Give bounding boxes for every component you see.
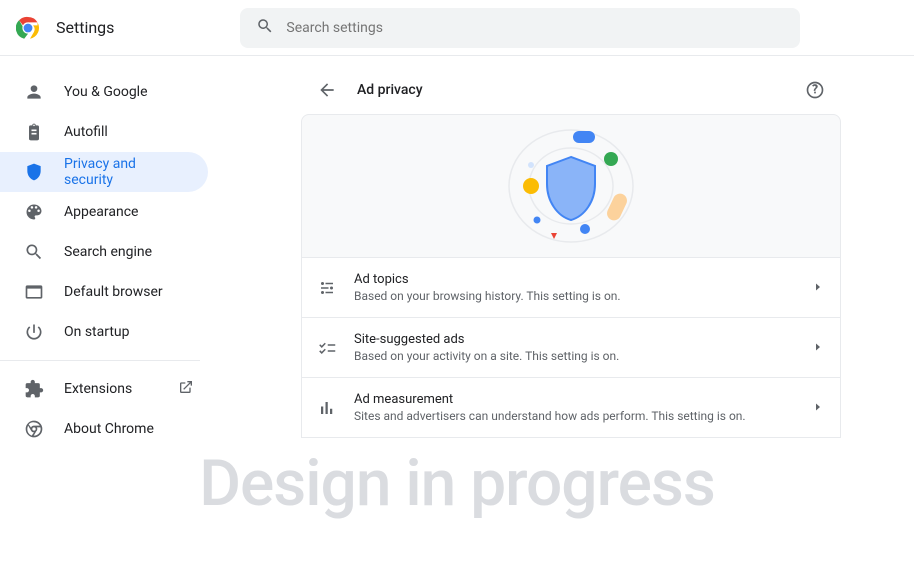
settings-card: Ad privacy bbox=[301, 66, 841, 581]
row-site-suggested-ads[interactable]: Site-suggested ads Based on your activit… bbox=[302, 317, 840, 377]
sidebar-item-extensions[interactable]: Extensions bbox=[0, 369, 208, 409]
sidebar-item-about-chrome[interactable]: About Chrome bbox=[0, 409, 208, 449]
chevron-right-icon bbox=[812, 398, 824, 417]
settings-list: Ad topics Based on your browsing history… bbox=[301, 258, 841, 438]
sidebar-item-label: Default browser bbox=[64, 284, 163, 300]
shield-orbit-icon bbox=[471, 121, 671, 251]
checklist-icon bbox=[318, 339, 338, 357]
back-button[interactable] bbox=[317, 80, 337, 100]
help-icon bbox=[805, 80, 825, 100]
row-subtitle: Based on your browsing history. This set… bbox=[354, 289, 796, 303]
top-bar: Settings bbox=[0, 0, 914, 56]
browser-icon bbox=[24, 282, 44, 302]
help-button[interactable] bbox=[805, 80, 825, 100]
clipboard-icon bbox=[24, 122, 44, 142]
row-title: Ad measurement bbox=[354, 392, 796, 407]
sidebar-item-privacy-security[interactable]: Privacy and security bbox=[0, 152, 208, 192]
chrome-logo-icon bbox=[16, 16, 40, 40]
sidebar-item-appearance[interactable]: Appearance bbox=[0, 192, 208, 232]
search-input[interactable] bbox=[286, 20, 784, 36]
row-subtitle: Based on your activity on a site. This s… bbox=[354, 349, 796, 363]
search-icon bbox=[256, 17, 274, 39]
row-ad-topics[interactable]: Ad topics Based on your browsing history… bbox=[302, 258, 840, 317]
open-in-new-icon bbox=[178, 379, 194, 399]
sidebar-item-label: Appearance bbox=[64, 204, 138, 220]
row-title: Site-suggested ads bbox=[354, 332, 796, 347]
sidebar-item-label: Autofill bbox=[64, 124, 108, 140]
sidebar-item-label: On startup bbox=[64, 324, 130, 340]
extension-icon bbox=[24, 379, 44, 399]
chevron-right-icon bbox=[812, 338, 824, 357]
sidebar-item-default-browser[interactable]: Default browser bbox=[0, 272, 208, 312]
arrow-back-icon bbox=[317, 80, 337, 100]
topics-icon bbox=[318, 279, 338, 297]
shield-icon bbox=[24, 162, 44, 182]
main-content: Ad privacy bbox=[228, 56, 914, 581]
sidebar-separator bbox=[0, 360, 200, 361]
row-ad-measurement[interactable]: Ad measurement Sites and advertisers can… bbox=[302, 377, 840, 437]
sidebar-item-label: Privacy and security bbox=[64, 156, 184, 188]
sidebar-item-label: Extensions bbox=[64, 381, 132, 397]
sidebar-item-you-and-google[interactable]: You & Google bbox=[0, 72, 208, 112]
palette-icon bbox=[24, 202, 44, 222]
power-icon bbox=[24, 322, 44, 342]
person-icon bbox=[24, 82, 44, 102]
sidebar-item-search-engine[interactable]: Search engine bbox=[0, 232, 208, 272]
search-icon bbox=[24, 242, 44, 262]
app-title: Settings bbox=[56, 18, 114, 37]
chevron-right-icon bbox=[812, 278, 824, 297]
sidebar: You & Google Autofill Privacy and securi… bbox=[0, 56, 228, 581]
hero-illustration bbox=[301, 114, 841, 258]
sidebar-item-label: About Chrome bbox=[64, 421, 154, 437]
card-header: Ad privacy bbox=[301, 66, 841, 114]
page-title: Ad privacy bbox=[357, 82, 785, 98]
sidebar-item-autofill[interactable]: Autofill bbox=[0, 112, 208, 152]
sidebar-item-on-startup[interactable]: On startup bbox=[0, 312, 208, 352]
chrome-outline-icon bbox=[24, 419, 44, 439]
bar-chart-icon bbox=[318, 399, 338, 417]
sidebar-item-label: Search engine bbox=[64, 244, 152, 260]
row-subtitle: Sites and advertisers can understand how… bbox=[354, 409, 796, 423]
row-title: Ad topics bbox=[354, 272, 796, 287]
sidebar-item-label: You & Google bbox=[64, 84, 148, 100]
search-box[interactable] bbox=[240, 8, 800, 48]
